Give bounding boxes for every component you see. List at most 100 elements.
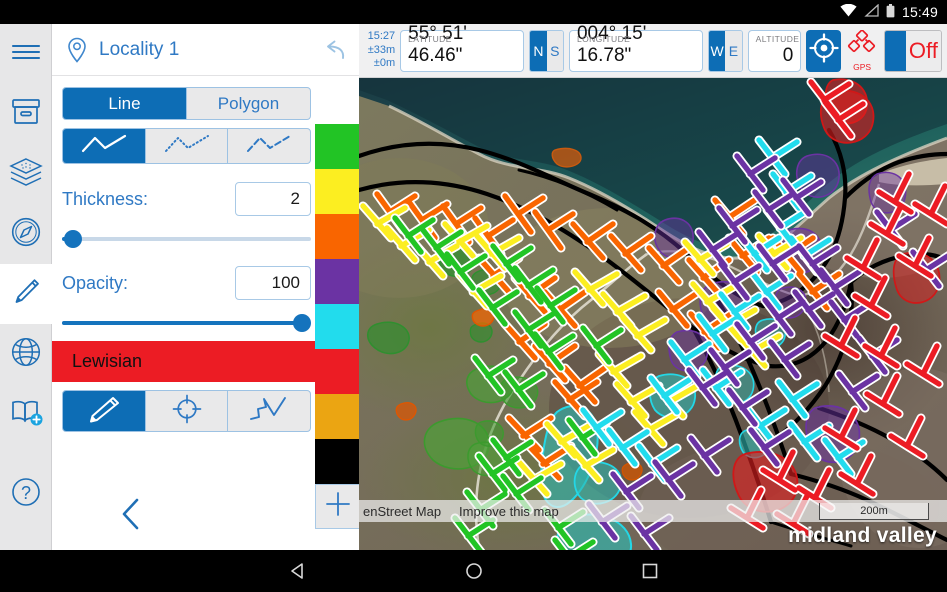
rail-item-draw[interactable] (0, 264, 52, 324)
gps-satellite-status[interactable]: GPS (846, 30, 879, 72)
plus-icon (324, 490, 352, 523)
latitude-caption: LATITUDE (408, 34, 452, 44)
pencil-icon (84, 394, 124, 429)
project-box-icon (10, 98, 42, 131)
battery-icon (886, 4, 895, 21)
altitude-value: 0 (783, 45, 794, 67)
geometry-option-line[interactable]: Line (63, 88, 187, 119)
rail-item-help[interactable]: ? (0, 464, 52, 524)
add-colour-button[interactable] (315, 484, 360, 529)
geometry-option-polygon[interactable]: Polygon (187, 88, 310, 119)
opacity-slider[interactable] (62, 314, 311, 332)
hemisphere-east-button[interactable]: E (725, 31, 741, 71)
improve-map-link[interactable]: Improve this map (459, 504, 559, 519)
midland-valley-watermark: midland valley (788, 524, 937, 548)
colour-swatch-amber[interactable] (315, 394, 360, 439)
dotted-zigzag-icon (160, 133, 214, 160)
altitude-field[interactable]: ALTITUDE 0 (748, 30, 802, 72)
thickness-row: Thickness: 2 (62, 182, 311, 216)
longitude-caption: LONGITUDE (577, 34, 630, 44)
latitude-hemisphere-toggle: N S (529, 30, 564, 72)
panel-back-button[interactable] (114, 496, 148, 536)
locality-title: Locality 1 (99, 39, 179, 61)
colour-palette (315, 124, 360, 529)
gps-toggle-state: Off (906, 31, 941, 71)
rail-item-compass[interactable] (0, 204, 52, 264)
colour-swatch-black[interactable] (315, 439, 360, 484)
crosshair-target-icon (809, 33, 839, 68)
thickness-input[interactable]: 2 (235, 182, 311, 216)
chevron-left-icon (119, 497, 143, 536)
longitude-hemisphere-toggle: W E (708, 30, 743, 72)
hemisphere-west-button[interactable]: W (709, 31, 725, 71)
svg-text:?: ? (20, 483, 30, 503)
line-style-dashed-button[interactable] (228, 129, 310, 163)
rail-item-add-notebook[interactable] (0, 384, 52, 444)
hemisphere-north-button[interactable]: N (530, 31, 546, 71)
unit-colour-bar[interactable]: Lewisian (52, 341, 359, 382)
layers-icon (9, 157, 43, 192)
unit-label: Lewisian (72, 351, 142, 372)
colour-swatch-purple[interactable] (315, 259, 360, 304)
draw-tool-polyline-button[interactable] (228, 391, 310, 431)
gps-label: GPS (853, 62, 871, 72)
map-imagery (359, 78, 947, 550)
tool-rail: ? (0, 24, 52, 550)
rail-item-basemap[interactable] (0, 324, 52, 384)
menu-icon (11, 42, 41, 67)
hemisphere-south-button[interactable]: S (547, 31, 563, 71)
line-style-solid-button[interactable] (63, 129, 146, 163)
line-style-dotted-button[interactable] (146, 129, 229, 163)
dashed-zigzag-icon (242, 133, 296, 160)
polyline-icon (247, 394, 291, 429)
gps-fix-time: 15:27 (368, 30, 396, 44)
nav-home-button[interactable] (461, 558, 487, 584)
opacity-row: Opacity: 100 (62, 266, 311, 300)
latitude-field[interactable]: LATITUDE 55° 51' 46.46" (400, 30, 524, 72)
undo-arrow-icon[interactable] (319, 38, 347, 62)
thickness-slider[interactable] (62, 230, 311, 248)
colour-swatch-cyan[interactable] (315, 304, 360, 349)
globe-icon (10, 336, 42, 373)
wifi-icon (840, 4, 857, 20)
thickness-slider-track (62, 237, 311, 241)
nav-recents-button[interactable] (637, 558, 663, 584)
gps-toggle-switch[interactable] (885, 31, 906, 71)
nav-back-button[interactable] (285, 558, 311, 584)
thickness-slider-knob[interactable] (64, 230, 82, 248)
opacity-label: Opacity: (62, 273, 128, 294)
colour-swatch-yellow[interactable] (315, 169, 360, 214)
panel-header: Locality 1 (52, 24, 359, 76)
pencil-icon (10, 276, 42, 313)
opacity-slider-knob[interactable] (293, 314, 311, 332)
line-style-segmented (62, 128, 311, 164)
locate-me-button[interactable] (806, 30, 840, 72)
android-nav-bar (0, 550, 947, 592)
gps-onoff-toggle[interactable]: Off (884, 30, 943, 72)
latitude-value: 55° 51' 46.46" (408, 23, 516, 67)
compass-icon (10, 216, 42, 253)
longitude-field[interactable]: LONGITUDE 004° 15' 16.78" (569, 30, 703, 72)
status-clock: 15:49 (902, 4, 938, 20)
longitude-value: 004° 15' 16.78" (577, 23, 695, 67)
geometry-type-segmented: Line Polygon (62, 87, 311, 120)
rail-item-menu[interactable] (0, 24, 52, 84)
draw-tool-freehand-button[interactable] (63, 391, 146, 431)
solid-zigzag-icon (77, 133, 131, 160)
panel-body: Line Polygon (52, 76, 359, 332)
opacity-slider-fill (62, 321, 302, 325)
colour-swatch-orange[interactable] (315, 214, 360, 259)
rail-item-projects[interactable] (0, 84, 52, 144)
satellite-icon (847, 30, 877, 61)
scale-label: 200m (860, 505, 888, 517)
draw-tool-point-button[interactable] (146, 391, 229, 431)
colour-swatch-green[interactable] (315, 124, 360, 169)
rail-item-layers[interactable] (0, 144, 52, 204)
attribute-panel: Locality 1 Line Polygon (52, 24, 359, 550)
location-pin-icon (66, 37, 88, 63)
map-canvas[interactable]: enStreet Map Improve this map 200m midla… (359, 78, 947, 550)
android-status-bar: 15:49 (0, 0, 947, 24)
opacity-input[interactable]: 100 (235, 266, 311, 300)
colour-swatch-red[interactable] (315, 349, 360, 394)
help-icon: ? (10, 476, 42, 513)
